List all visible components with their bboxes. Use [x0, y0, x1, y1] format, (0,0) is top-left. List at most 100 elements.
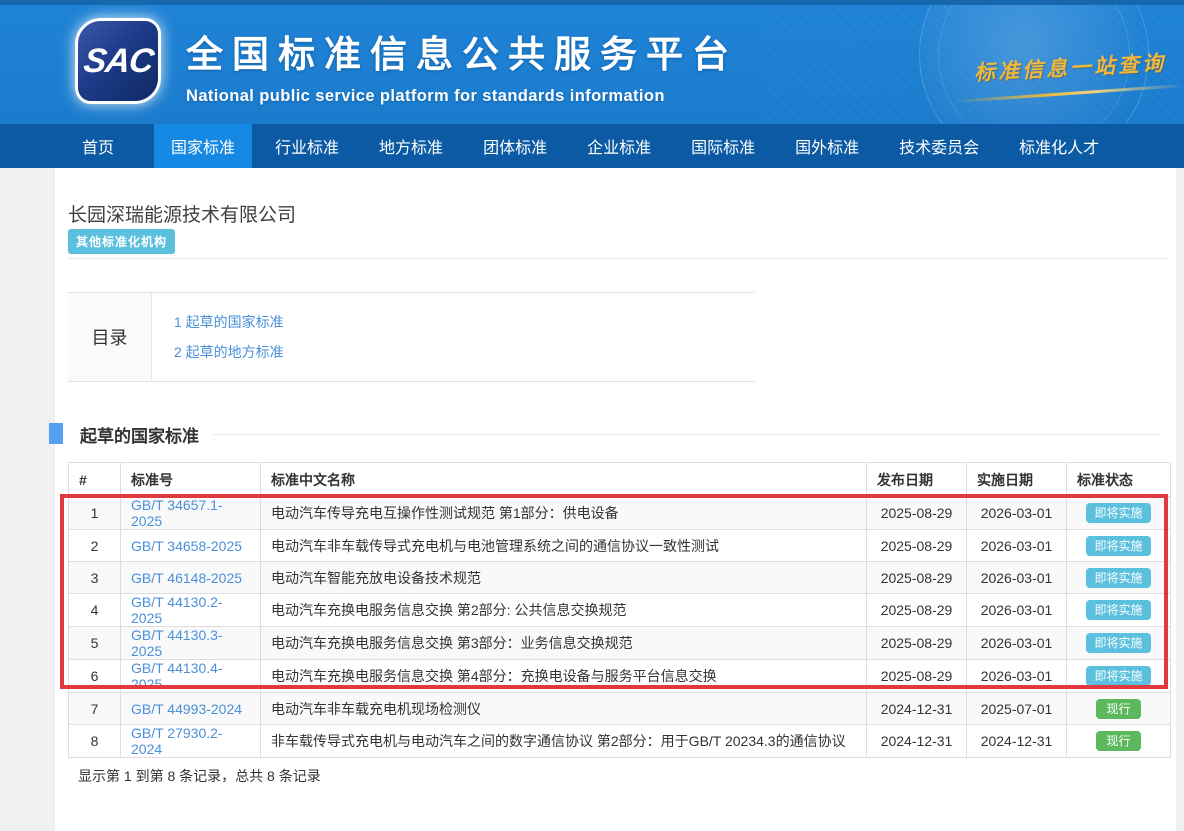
row-number: 1: [69, 497, 121, 530]
standard-code-link[interactable]: GB/T 34657.1-2025: [131, 497, 223, 529]
nav-item-link[interactable]: 标准化人才: [1002, 124, 1116, 168]
status-badge: 现行: [1096, 699, 1140, 719]
publish-date: 2025-08-29: [867, 660, 967, 693]
status-cell: 即将实施: [1067, 562, 1171, 594]
toc-link[interactable]: 2 起草的地方标准: [174, 342, 755, 362]
standard-name: 电动汽车传导充电互操作性测试规范 第1部分：供电设备: [261, 497, 867, 530]
status-cell: 现行: [1067, 693, 1171, 725]
publish-date: 2024-12-31: [867, 725, 967, 758]
status-badge: 即将实施: [1086, 568, 1150, 588]
status-cell: 即将实施: [1067, 627, 1171, 660]
status-cell: 即将实施: [1067, 660, 1171, 693]
company-name: 长园深瑞能源技术有限公司: [68, 200, 296, 227]
toc-link[interactable]: 1 起草的国家标准: [174, 312, 755, 332]
standard-code-cell: GB/T 34657.1-2025: [121, 497, 261, 530]
table-row: 4 GB/T 44130.2-2025 电动汽车充换电服务信息交换 第2部分: 公共…: [69, 594, 1171, 627]
table-row: 6GB/T 44130.4-2025电动汽车充换电服务信息交换 第4部分：充换电…: [69, 660, 1171, 693]
nav-item-link[interactable]: 技术委员会: [882, 124, 996, 168]
implement-date: 2026-03-01: [967, 594, 1067, 627]
standard-code-link[interactable]: GB/T 34658-2025: [131, 538, 242, 554]
standard-code-cell: GB/T 34658-2025: [121, 530, 261, 562]
standard-code-cell: GB/T 44130.3-2025: [121, 627, 261, 660]
standard-code-cell: GB/T 44130.2-2025: [121, 594, 261, 627]
section-header: 起草的国家标准: [80, 422, 1160, 447]
row-number: 5: [69, 627, 121, 660]
nav-item-link[interactable]: 首页: [65, 124, 131, 168]
implement-date: 2026-03-01: [967, 530, 1067, 562]
table-body: 1 GB/T 34657.1-2025 电动汽车传导充电互操作性测试规范 第1部分：…: [69, 497, 1171, 758]
status-cell: 现行: [1067, 725, 1171, 758]
row-number: 4: [69, 594, 121, 627]
row-number: 3: [69, 562, 121, 594]
standard-name: 电动汽车充换电服务信息交换 第3部分：业务信息交换规范: [261, 627, 867, 660]
section-title: 起草的国家标准: [80, 422, 199, 447]
standard-code-link[interactable]: GB/T 44130.4-2025: [131, 660, 223, 692]
row-number: 8: [69, 725, 121, 758]
implement-date: 2026-03-01: [967, 660, 1067, 693]
standard-name: 电动汽车非车载充电机现场检测仪: [261, 693, 867, 725]
table-row: 3 GB/T 46148-2025 电动汽车智能充放电设备技术规范2025-08-2…: [69, 562, 1171, 594]
status-badge: 即将实施: [1086, 633, 1150, 653]
row-number: 2: [69, 530, 121, 562]
sac-logo[interactable]: SAC: [75, 18, 161, 104]
site-header: SAC 全国标准信息公共服务平台 National public service…: [0, 0, 1184, 124]
table-row: 8 GB/T 27930.2-2024 非车载传导式充电机与电动汽车之间的数字通信协…: [69, 725, 1171, 758]
nav-item-link[interactable]: 团体标准: [466, 124, 564, 168]
table-header-row: #标准号标准中文名称发布日期实施日期标准状态: [69, 463, 1171, 497]
publish-date: 2025-08-29: [867, 627, 967, 660]
column-header: 实施日期: [967, 463, 1067, 497]
sac-logo-text: SAC: [81, 42, 155, 81]
toc-box: 目录 1 起草的国家标准 2 起草的地方标准: [68, 292, 755, 382]
publish-date: 2024-12-31: [867, 693, 967, 725]
column-header: 发布日期: [867, 463, 967, 497]
standard-code-link[interactable]: GB/T 44130.3-2025: [131, 627, 223, 659]
status-badge: 现行: [1096, 731, 1140, 751]
standard-name: 电动汽车充换电服务信息交换 第2部分: 公共信息交换规范: [261, 594, 867, 627]
nav-bar: 首页国家标准行业标准地方标准团体标准企业标准国际标准国外标准技术委员会标准化人才: [0, 124, 1184, 168]
implement-date: 2026-03-01: [967, 627, 1067, 660]
column-header: 标准中文名称: [261, 463, 867, 497]
standard-name: 电动汽车智能充放电设备技术规范: [261, 562, 867, 594]
status-cell: 即将实施: [1067, 530, 1171, 562]
status-cell: 即将实施: [1067, 497, 1171, 530]
standard-name: 电动汽车非车载传导式充电机与电池管理系统之间的通信协议一致性测试: [261, 530, 867, 562]
standard-code-link[interactable]: GB/T 27930.2-2024: [131, 725, 223, 757]
nav-item-link[interactable]: 行业标准: [258, 124, 356, 168]
status-badge: 即将实施: [1086, 536, 1150, 556]
section-marker: [49, 423, 63, 444]
toc-title: 目录: [68, 293, 152, 381]
divider-line: [68, 258, 1168, 259]
table-row: 2 GB/T 34658-2025 电动汽车非车载传导式充电机与电池管理系统之间的通…: [69, 530, 1171, 562]
publish-date: 2025-08-29: [867, 497, 967, 530]
standard-code-link[interactable]: GB/T 44993-2024: [131, 701, 242, 717]
company-tag-badge: 其他标准化机构: [68, 229, 175, 254]
records-summary: 显示第 1 到第 8 条记录，总共 8 条记录: [78, 766, 321, 786]
standard-code-cell: GB/T 27930.2-2024: [121, 725, 261, 758]
toc-links: 1 起草的国家标准 2 起草的地方标准: [152, 293, 755, 381]
site-title-en: National public service platform for sta…: [186, 87, 738, 106]
column-header: 标准号: [121, 463, 261, 497]
row-number: 7: [69, 693, 121, 725]
publish-date: 2025-08-29: [867, 562, 967, 594]
status-badge: 即将实施: [1086, 666, 1150, 686]
standard-code-link[interactable]: GB/T 46148-2025: [131, 570, 242, 586]
standard-name: 非车载传导式充电机与电动汽车之间的数字通信协议 第2部分：用于GB/T 2023…: [261, 725, 867, 758]
standard-code-cell: GB/T 44130.4-2025: [121, 660, 261, 693]
nav-item-active[interactable]: 国家标准: [154, 124, 252, 168]
publish-date: 2025-08-29: [867, 530, 967, 562]
header-top-strip: [0, 0, 1184, 5]
nav-item-link[interactable]: 地方标准: [362, 124, 460, 168]
status-cell: 即将实施: [1067, 594, 1171, 627]
publish-date: 2025-08-29: [867, 594, 967, 627]
table-row: 7 GB/T 44993-2024 电动汽车非车载充电机现场检测仪2024-12-3…: [69, 693, 1171, 725]
section-rule: [213, 434, 1160, 435]
implement-date: 2026-03-01: [967, 562, 1067, 594]
nav-item-link[interactable]: 国外标准: [778, 124, 876, 168]
status-badge: 即将实施: [1086, 503, 1150, 523]
column-header: #: [69, 463, 121, 497]
site-title-block: 全国标准信息公共服务平台 National public service pla…: [186, 24, 738, 106]
standard-code-link[interactable]: GB/T 44130.2-2025: [131, 594, 223, 626]
nav-item-link[interactable]: 国际标准: [674, 124, 772, 168]
nav-item-link[interactable]: 企业标准: [570, 124, 668, 168]
status-badge: 即将实施: [1086, 600, 1150, 620]
